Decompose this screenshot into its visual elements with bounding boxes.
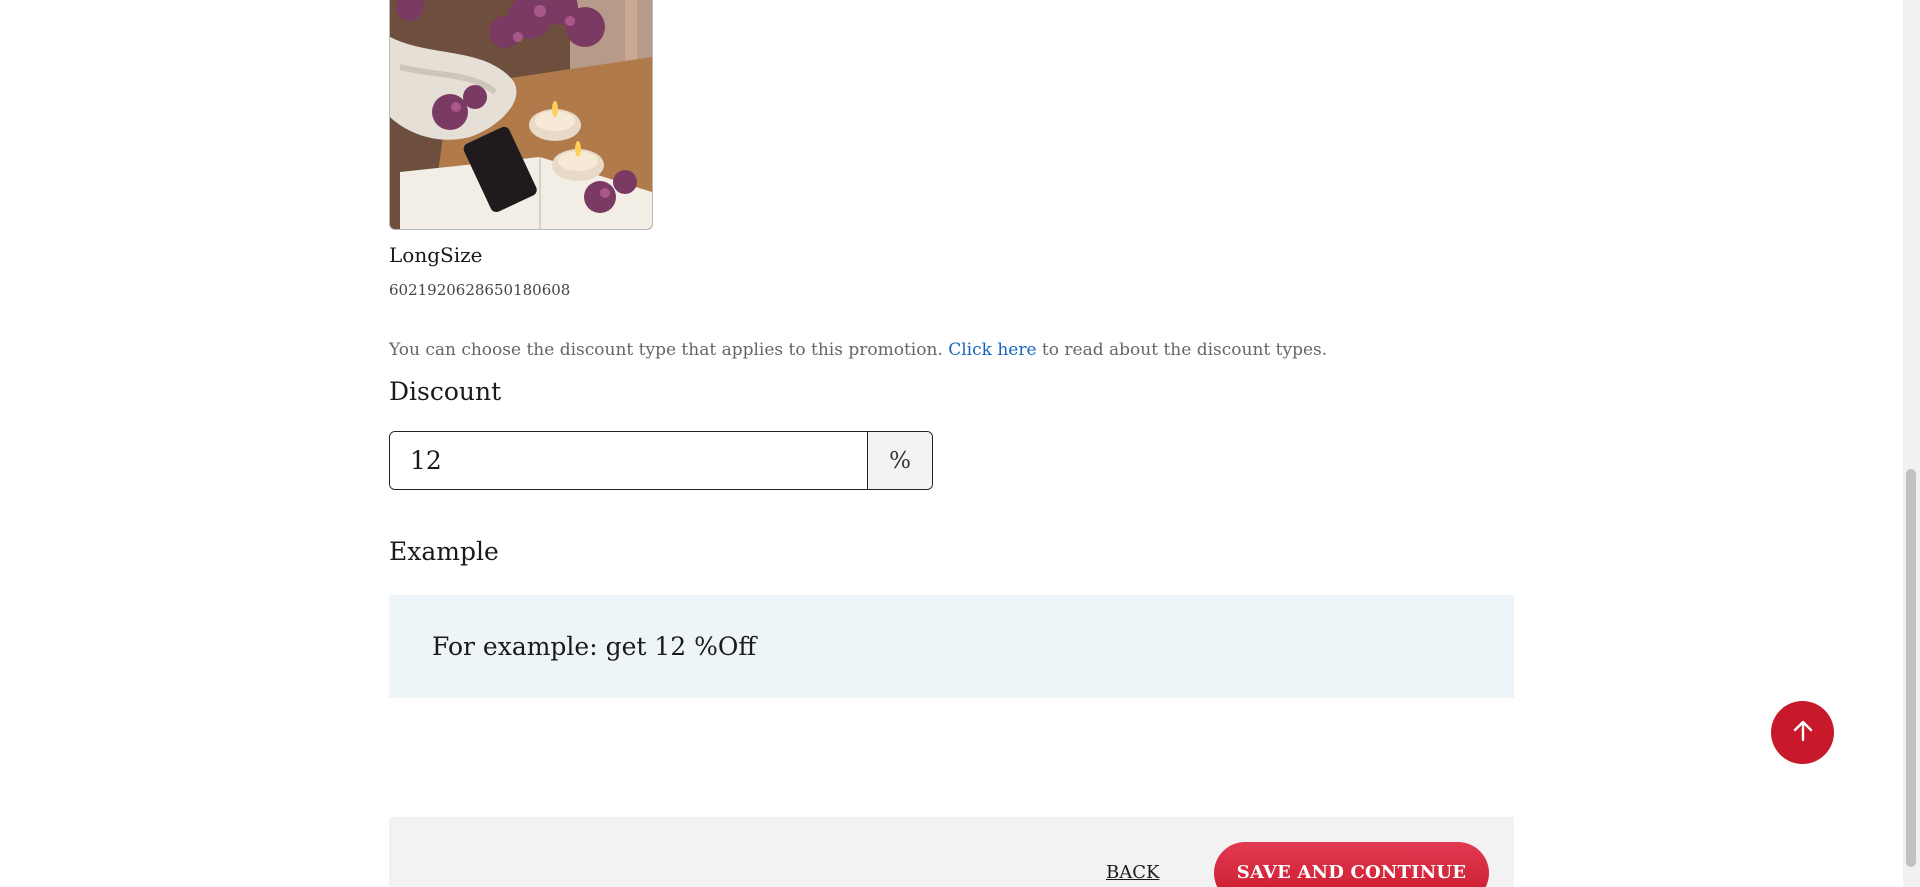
example-text: For example: get 12 %Off [432,632,757,661]
info-text-after: to read about the discount types. [1036,340,1328,360]
product-code: 6021920628650180608 [389,281,571,299]
discount-input-group: % [389,431,933,490]
example-title: Example [389,537,499,566]
product-image [389,0,653,230]
example-box: For example: get 12 %Off [389,595,1514,698]
scroll-to-top-button[interactable] [1771,701,1834,764]
page: LongSize 6021920628650180608 You can cho… [0,0,1920,887]
discount-input[interactable] [390,432,867,489]
save-and-continue-button[interactable]: SAVE AND CONTINUE [1214,842,1489,887]
discount-info-text: You can choose the discount type that ap… [389,340,1327,360]
discount-title: Discount [389,377,502,406]
arrow-up-icon [1791,719,1815,747]
discount-types-link[interactable]: Click here [948,340,1036,360]
percent-suffix: % [867,432,932,489]
info-text-before: You can choose the discount type that ap… [389,340,949,360]
product-name: LongSize [389,243,483,267]
back-button[interactable]: BACK [1106,862,1159,883]
scrollbar-thumb[interactable] [1906,469,1916,867]
